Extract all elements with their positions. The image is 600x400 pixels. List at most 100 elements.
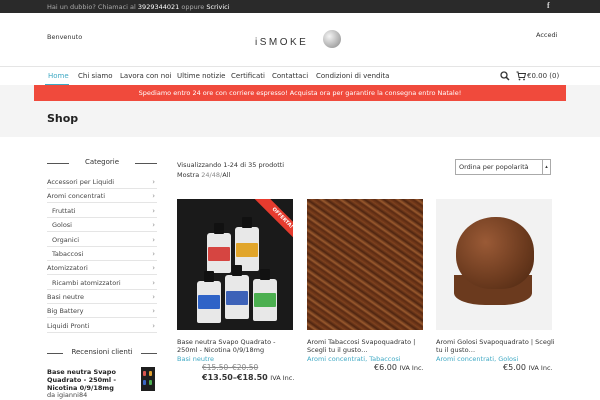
nav-home[interactable]: Home [48,72,69,80]
select-arrows-icon: ▴ [542,160,550,174]
facebook-icon[interactable]: f [547,1,550,10]
contact-message: Hai un dubbio? Chiamaci al 3929344021 op… [47,3,230,11]
nav-ultime-notizie[interactable]: Ultime notizie [177,72,225,80]
ice-cream-scoop [456,217,534,289]
review-author: da igianni84 [47,391,88,399]
apple-logo-icon[interactable] [323,30,341,48]
chevron-right-icon: › [152,178,155,186]
category-basi-neutre[interactable]: Basi neutre › [47,290,157,304]
product-price-aromi-tabaccosi: €6.00 IVA Inc. [374,363,424,372]
nav-lavora-con-noi[interactable]: Lavora con noi [120,72,171,80]
bottle [253,279,277,321]
categories-heading-label: Categorie [84,158,120,166]
product-category-link[interactable]: Aromi concentrati, Golosi [436,355,518,363]
per-page-label: Mostra [177,171,200,179]
category-label: Big Battery [47,307,84,315]
product-image-base-neutra[interactable]: OFFERTA! [177,199,293,330]
product-image-aromi-golosi[interactable] [436,199,552,330]
chevron-right-icon: › [152,221,155,229]
product-name-base-neutra[interactable]: Base neutra Svapo Quadrato - 250ml - Nic… [177,338,297,354]
per-page-24[interactable]: 24 [201,171,209,179]
page-header: Shop [0,101,600,137]
site-header: Benvenuto iSMOKE Accedi [0,13,600,66]
category-label: Tabaccosi [52,250,84,258]
category-fruttati[interactable]: Fruttati › [47,204,157,218]
per-page-all[interactable]: All [222,171,230,179]
category-tabaccosi[interactable]: Tabaccosi › [47,247,157,261]
contact-or-text: oppure [181,3,205,11]
bottle [225,275,249,319]
phone-number[interactable]: 3929344021 [138,3,179,11]
chevron-right-icon: › [152,192,155,200]
category-ricambi-atomizzatori[interactable]: Ricambi atomizzatori › [47,276,157,290]
chevron-right-icon: › [152,264,155,272]
reviews-heading-label: Recensioni clienti [71,348,133,356]
category-accessori-per-liquidi[interactable]: Accessori per Liquidi › [47,175,157,189]
category-label: Basi neutre [47,293,85,301]
chevron-right-icon: › [152,293,155,301]
product-name-aromi-golosi[interactable]: Aromi Golosi Svapoquadrato | Scegli tu i… [436,338,556,354]
vat-label: IVA Inc. [528,364,553,372]
product-name-aromi-tabaccosi[interactable]: Aromi Tabaccosi Svapoquadrato | Scegli t… [307,338,427,354]
price: €6.00 [374,363,397,372]
sort-select[interactable]: Ordina per popolarità ▴ [455,159,551,175]
price: €5.00 [503,363,526,372]
vat-label: IVA Inc. [399,364,424,372]
category-label: Atomizzatori [47,264,88,272]
product-price-aromi-golosi: €5.00 IVA Inc. [503,363,553,372]
category-label: Liquidi Pronti [47,322,90,330]
vat-label: IVA Inc. [270,374,295,382]
bottle [197,281,221,323]
chevron-right-icon: › [152,250,155,258]
reviews-heading: Recensioni clienti [47,348,157,358]
category-aromi-concentrati[interactable]: Aromi concentrati › [47,189,157,203]
bottle [207,233,231,273]
main-content: Categorie Accessori per Liquidi › Aromi c… [0,137,600,400]
login-link[interactable]: Accedi [536,31,557,39]
contact-text: Hai un dubbio? Chiamaci al [47,3,136,11]
nav-contattaci[interactable]: Contattaci [272,72,308,80]
category-label: Organici [52,236,80,244]
category-label: Golosi [52,221,72,229]
review-product-link[interactable]: Base neutra Svapo Quadrato - 250ml - Nic… [47,368,139,392]
product-category-link[interactable]: Basi neutre [177,355,214,363]
category-organici[interactable]: Organici › [47,233,157,247]
nav-chi-siamo[interactable]: Chi siamo [78,72,112,80]
chevron-right-icon: › [152,236,155,244]
category-label: Fruttati [52,207,76,215]
nav-condizioni-di-vendita[interactable]: Condizioni di vendita [316,72,389,80]
category-liquidi-pronti[interactable]: Liquidi Pronti › [47,319,157,333]
per-page-selector: Mostra 24/48/All [177,171,231,179]
category-label: Ricambi atomizzatori [52,279,121,287]
write-us-link[interactable]: Scrivici [206,3,229,11]
site-logo[interactable]: iSMOKE [255,37,308,48]
nav-certificati[interactable]: Certificati [231,72,265,80]
chevron-right-icon: › [152,322,155,330]
page-title: Shop [47,112,79,125]
sort-selected-value: Ordina per popolarità [459,163,529,171]
chevron-right-icon: › [152,307,155,315]
cart-icon[interactable] [516,71,526,81]
chevron-right-icon: › [152,207,155,215]
category-label: Accessori per Liquidi [47,178,115,186]
result-count: Visualizzando 1-24 di 35 prodotti [177,161,285,169]
cart-total[interactable]: €0.00 (0) [527,72,559,80]
product-category-link[interactable]: Aromi concentrati, Tabaccosi [307,355,401,363]
main-nav: Home Chi siamo Lavora con noi Ultime not… [0,66,600,86]
per-page-48[interactable]: 48 [212,171,220,179]
promo-banner: Spediamo entro 24 ore con corriere espre… [34,85,566,101]
categories-heading: Categorie [47,158,157,168]
category-label: Aromi concentrati [47,192,106,200]
old-price: €15.50–€20.50 [202,363,259,372]
category-golosi[interactable]: Golosi › [47,218,157,232]
product-price-base-neutra: €15.50–€20.50 €13.50–€18.50 IVA Inc. [202,363,294,382]
search-icon[interactable] [500,71,510,81]
product-image-aromi-tabaccosi[interactable] [307,199,423,330]
category-big-battery[interactable]: Big Battery › [47,304,157,318]
top-bar: Hai un dubbio? Chiamaci al 3929344021 op… [0,0,600,13]
category-atomizzatori[interactable]: Atomizzatori › [47,261,157,275]
review-product-thumbnail[interactable] [141,367,155,391]
chevron-right-icon: › [152,279,155,287]
welcome-text: Benvenuto [47,33,83,41]
sale-price: €13.50–€18.50 [202,373,268,382]
